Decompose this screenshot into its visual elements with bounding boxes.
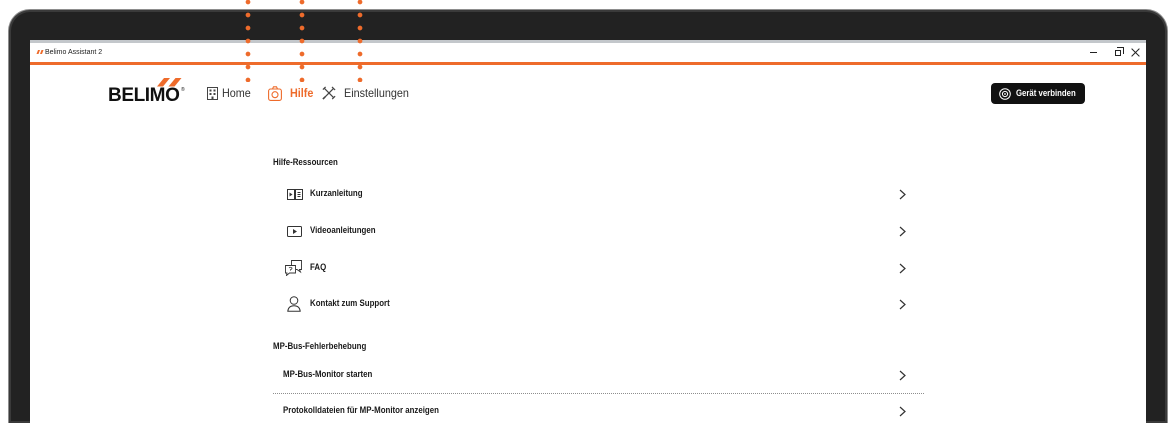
list-item-label: MP-Bus-Monitor starten bbox=[283, 369, 373, 380]
connect-device-label: Gerät verbinden bbox=[1016, 88, 1076, 99]
callout-line-hilfe bbox=[299, 0, 305, 82]
list-item-label: Kurzanleitung bbox=[310, 188, 363, 199]
window-title: Belimo Assistant 2 bbox=[45, 49, 103, 56]
chevron-right-icon bbox=[899, 189, 906, 199]
app-window: Belimo Assistant 2 BELIMO ® Home Hilfe E… bbox=[30, 40, 1146, 423]
list-item-start-mp-bus-monitor[interactable]: MP-Bus-Monitor starten bbox=[273, 363, 924, 387]
quick-guide-icon bbox=[287, 188, 303, 200]
list-item-quick-guide[interactable]: Kurzanleitung bbox=[273, 182, 924, 206]
list-item-video-guides[interactable]: Videoanleitungen bbox=[273, 219, 924, 243]
section-heading-mp-bus: MP-Bus-Fehlerbehebung bbox=[273, 341, 367, 352]
video-icon bbox=[287, 225, 302, 237]
connect-device-button[interactable]: Gerät verbinden bbox=[991, 83, 1085, 104]
chevron-right-icon bbox=[899, 370, 906, 380]
connect-icon bbox=[999, 87, 1011, 100]
help-content: Hilfe-Ressourcen Kurzanleitung Videoanle… bbox=[273, 40, 924, 423]
list-item-label: FAQ bbox=[310, 262, 327, 273]
chevron-right-icon bbox=[899, 299, 906, 309]
logo-text: BELIMO bbox=[108, 85, 180, 106]
minimize-icon[interactable] bbox=[1090, 52, 1097, 53]
belimo-mark-icon bbox=[36, 50, 44, 54]
list-item-faq[interactable]: FAQ bbox=[273, 256, 924, 280]
logo-registered-mark: ® bbox=[181, 87, 185, 93]
callout-line-einstellungen bbox=[357, 0, 363, 82]
list-item-label: Kontakt zum Support bbox=[310, 298, 390, 309]
nav-home-label: Home bbox=[222, 86, 251, 100]
list-item-label: Videoanleitungen bbox=[310, 225, 376, 236]
belimo-logo: BELIMO ® bbox=[108, 77, 188, 105]
faq-icon bbox=[285, 260, 302, 276]
building-icon bbox=[207, 86, 218, 100]
close-icon[interactable] bbox=[1131, 48, 1140, 57]
list-item-label: Protokolldateien für MP-Monitor anzeigen bbox=[283, 405, 439, 416]
chevron-right-icon bbox=[899, 263, 906, 273]
list-divider bbox=[273, 393, 924, 394]
chevron-right-icon bbox=[899, 226, 906, 236]
maximize-icon[interactable] bbox=[1115, 47, 1124, 56]
section-heading-help-resources: Hilfe-Ressourcen bbox=[273, 157, 338, 168]
list-item-support-contact[interactable]: Kontakt zum Support bbox=[273, 292, 924, 316]
list-item-show-log-files[interactable]: Protokolldateien für MP-Monitor anzeigen bbox=[273, 399, 924, 423]
person-icon bbox=[287, 296, 301, 312]
callout-line-home bbox=[245, 0, 251, 82]
chevron-right-icon bbox=[899, 406, 906, 416]
